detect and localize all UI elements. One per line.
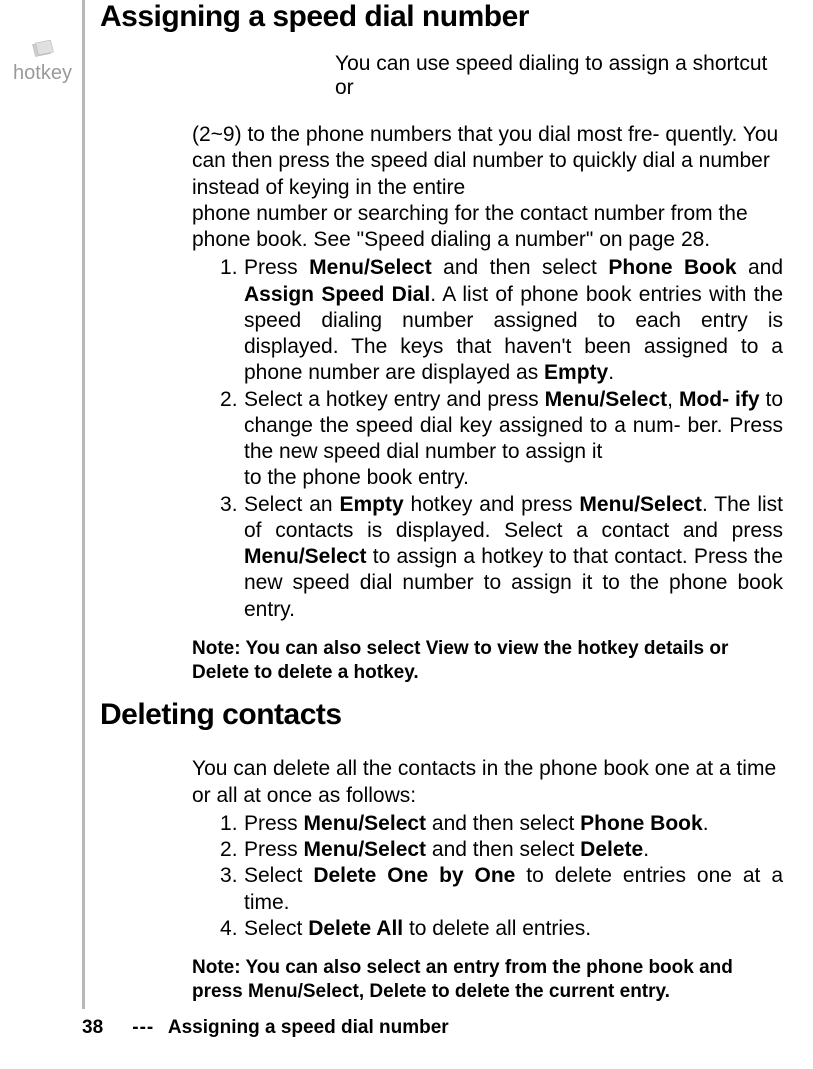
heading-deleting: Deleting contacts (100, 698, 783, 732)
b: Phone Book (580, 812, 703, 835)
t: and then select (426, 812, 580, 835)
t: to delete all entries. (403, 917, 591, 940)
note-assign: Note: You can also select View to view t… (192, 637, 783, 685)
dstep-2: Press Menu/Select and then select Delete… (220, 837, 783, 863)
t: Select (244, 917, 308, 940)
page-number: 38 (82, 1017, 118, 1039)
t: . (703, 812, 709, 835)
t: hotkey and press (404, 493, 580, 516)
b: Delete All (308, 917, 403, 940)
page-footer: 38 --- Assigning a speed dial number (82, 1017, 449, 1039)
margin-note: hotkey (10, 38, 75, 85)
b: Delete One by One (313, 864, 515, 887)
note-icon (28, 38, 58, 60)
b: Menu/Select (545, 388, 668, 411)
b: Assign Speed Dial (244, 283, 430, 306)
margin-label: hotkey (10, 62, 75, 85)
t: Select a hotkey entry and press (244, 388, 545, 411)
body-paragraph-2: You can delete all the contacts in the p… (192, 756, 783, 809)
t: . (608, 361, 614, 384)
page: hotkey Assigning a speed dial number You… (0, 0, 813, 1069)
t: Select an (244, 493, 339, 516)
b: Mod- ify (679, 388, 760, 411)
footer-title: Assigning a speed dial number (168, 1017, 449, 1038)
t: and then select (432, 256, 609, 279)
step-2: Select a hotkey entry and press Menu/Sel… (220, 387, 783, 492)
dstep-4: Select Delete All to delete all entries. (220, 916, 783, 942)
footer-sep: --- (123, 1017, 163, 1039)
content: Assigning a speed dial number You can us… (100, 0, 793, 1004)
t: Press (244, 838, 304, 861)
step-1: Press Menu/Select and then select Phone … (220, 255, 783, 386)
body-paragraph-1: (2~9) to the phone numbers that you dial… (192, 122, 783, 253)
para-2: You can delete all the contacts in the p… (192, 756, 783, 809)
dstep-1: Press Menu/Select and then select Phone … (220, 811, 783, 837)
b: Phone Book (608, 256, 736, 279)
t: and then select (426, 838, 580, 861)
intro-line: You can use speed dialing to assign a sh… (335, 52, 783, 100)
steps-delete: Press Menu/Select and then select Phone … (192, 811, 783, 942)
t: Press (244, 812, 304, 835)
t: to the phone book entry. (244, 465, 783, 491)
para-1b: phone number or searching for the contac… (192, 201, 783, 254)
dstep-3: Select Delete One by One to delete entri… (220, 863, 783, 916)
b: Delete (580, 838, 643, 861)
b: Menu/Select (309, 256, 432, 279)
b: Menu/Select (244, 545, 367, 568)
t: , (667, 388, 679, 411)
t: Select (244, 864, 313, 887)
vertical-rule (82, 0, 85, 1009)
b: Empty (339, 493, 403, 516)
t: . (643, 838, 649, 861)
b: Menu/Select (304, 838, 427, 861)
heading-assigning: Assigning a speed dial number (100, 0, 783, 34)
b: Empty (544, 361, 608, 384)
steps-assign: Press Menu/Select and then select Phone … (192, 255, 783, 623)
note-delete: Note: You can also select an entry from … (192, 956, 783, 1004)
b: Menu/Select (304, 812, 427, 835)
para-1a: (2~9) to the phone numbers that you dial… (192, 122, 783, 201)
step-3: Select an Empty hotkey and press Menu/Se… (220, 492, 783, 623)
t: and (737, 256, 784, 279)
t: Press (244, 256, 309, 279)
b: Menu/Select (579, 493, 702, 516)
